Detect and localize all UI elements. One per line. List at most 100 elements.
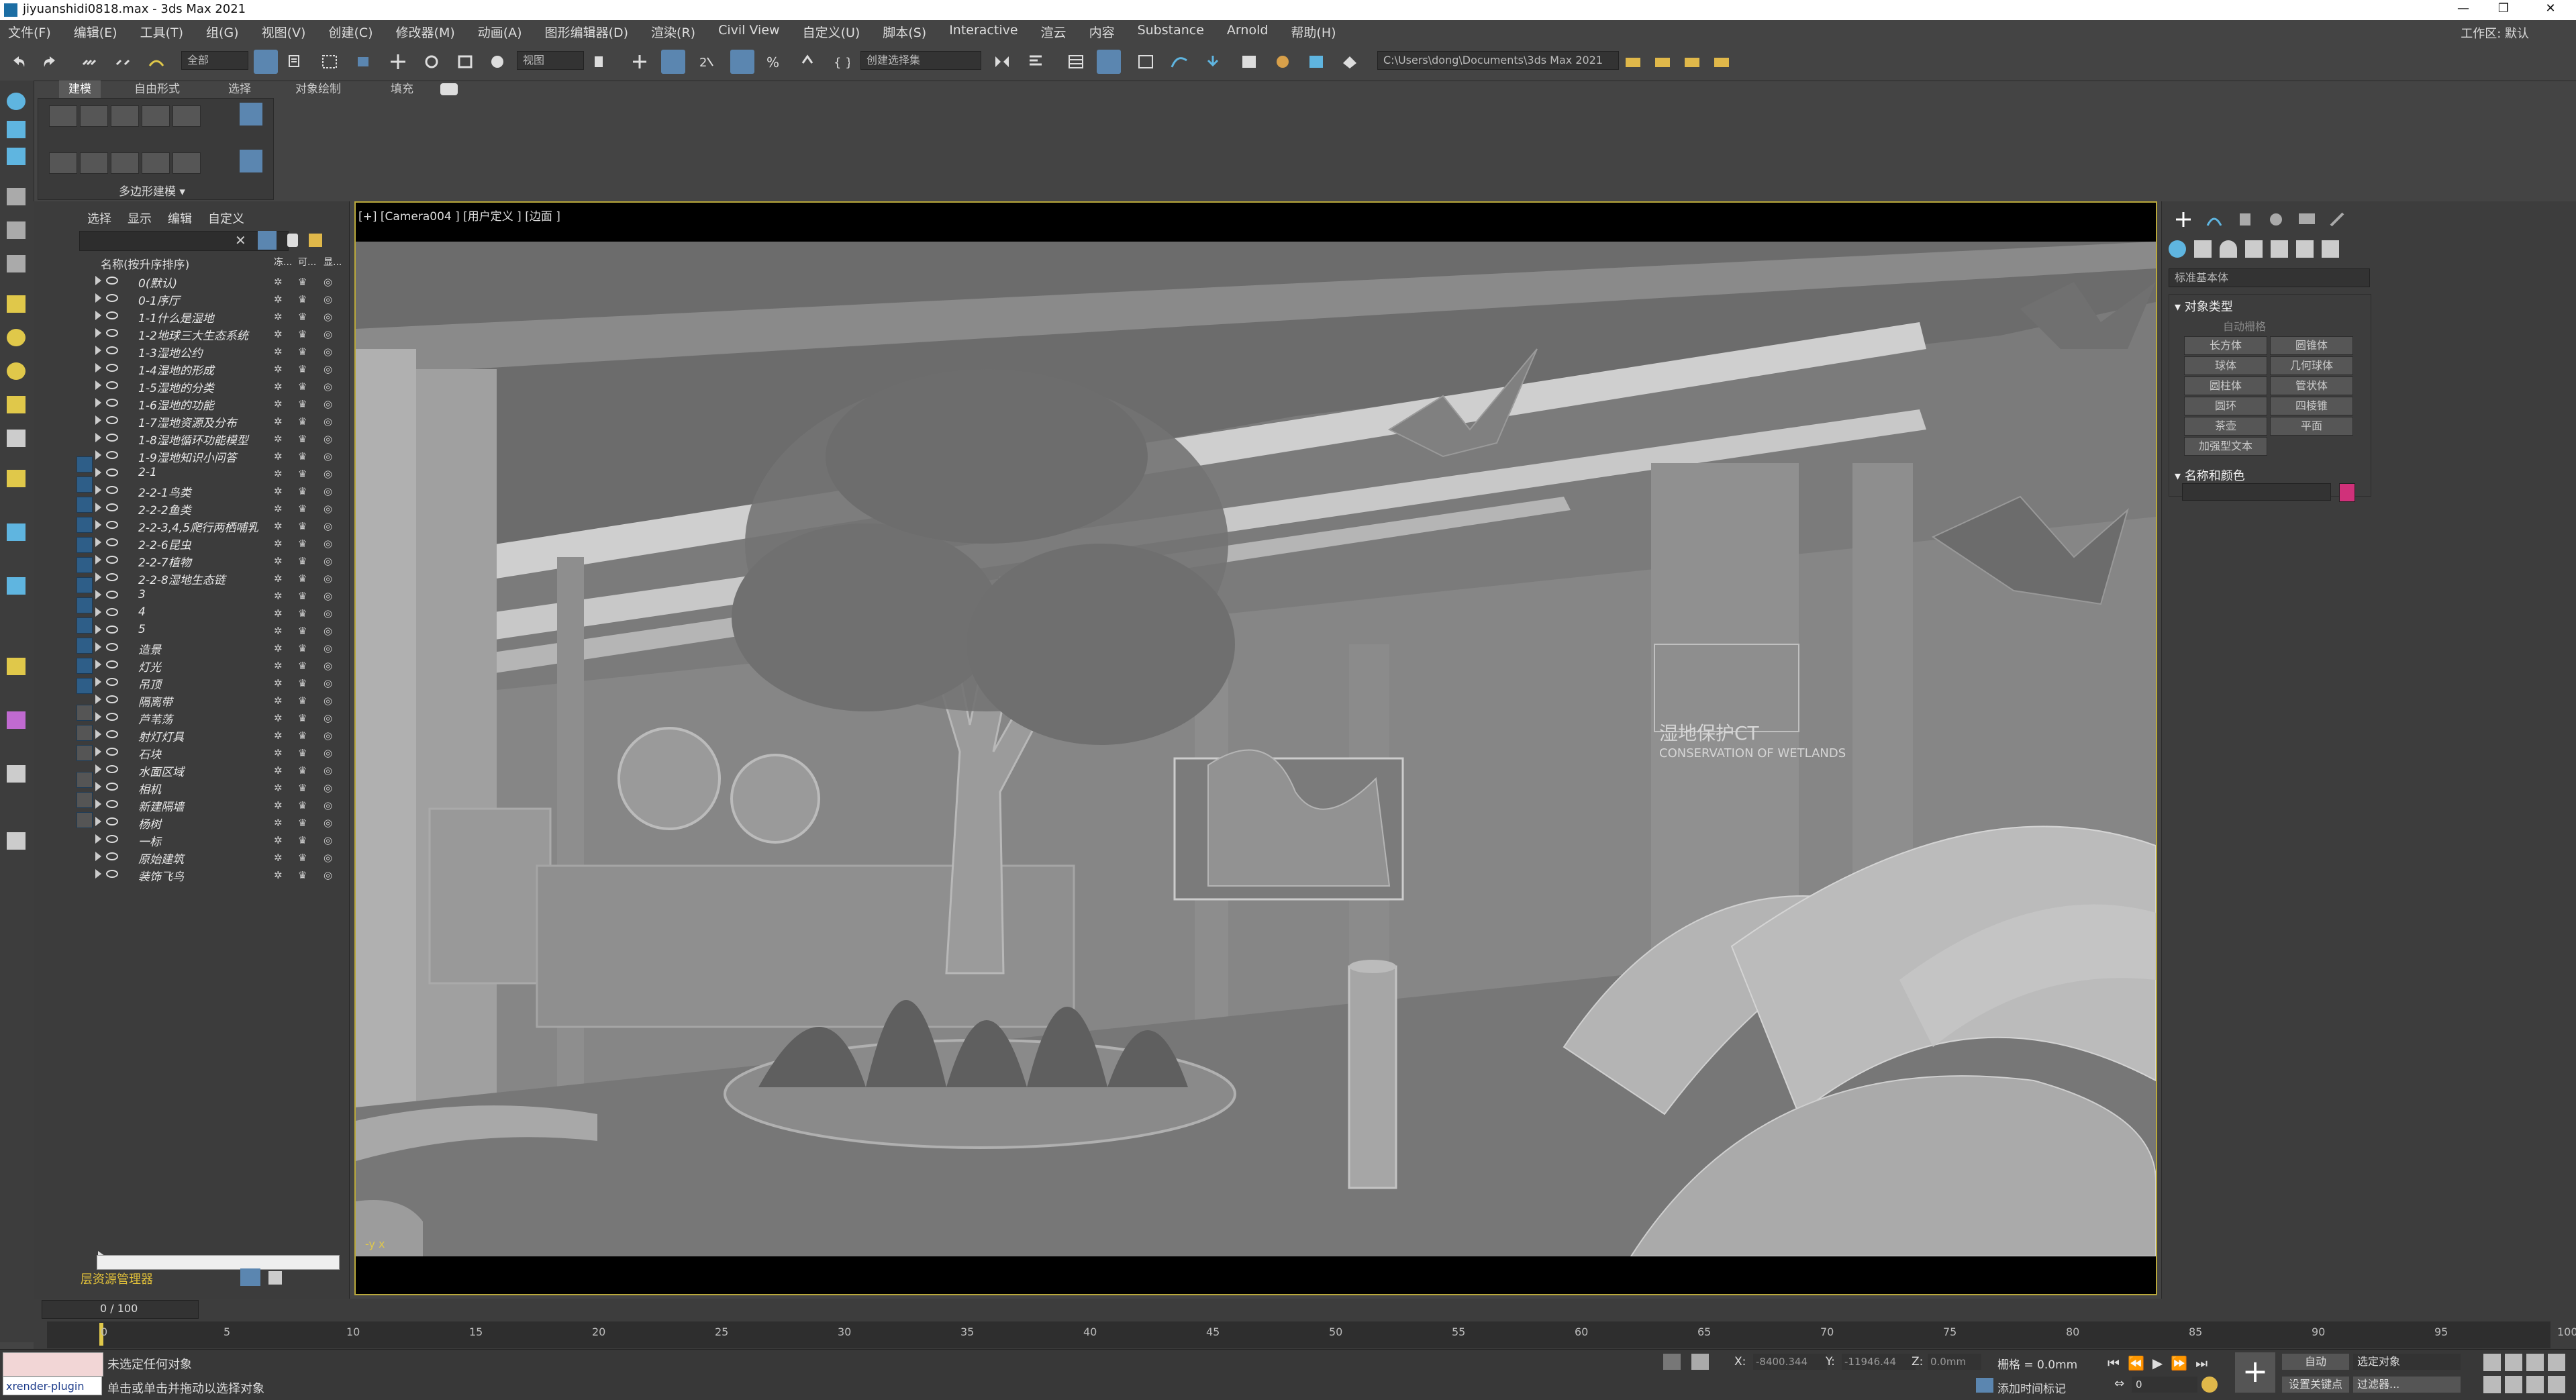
display-spacewarps-icon[interactable] (77, 557, 93, 573)
expand-arrow-icon[interactable] (95, 520, 101, 530)
pan-icon[interactable] (2505, 1376, 2522, 1393)
visibility-eye-icon[interactable] (106, 434, 118, 442)
render-icon[interactable]: ♛ (298, 607, 309, 619)
display-tools-icon[interactable] (7, 295, 26, 313)
scale-icon[interactable] (456, 54, 474, 70)
freeze-icon[interactable]: ✲ (274, 485, 285, 497)
playback-controls[interactable]: ⏮⏪▶⏩⏭ (2108, 1355, 2216, 1371)
motion-tab-icon[interactable] (2264, 209, 2288, 230)
layer-row[interactable]: 隔离带 ✲ ♛ ◎ (34, 691, 332, 709)
layer-row[interactable]: 1-5湿地的分类 ✲ ♛ ◎ (34, 377, 332, 395)
window-crossing-icon[interactable] (354, 54, 372, 70)
display-icon[interactable]: ◎ (324, 799, 334, 811)
layer-row[interactable]: 2-2-6昆虫 ✲ ♛ ◎ (34, 534, 332, 552)
layer-row[interactable]: 1-7湿地资源及分布 ✲ ♛ ◎ (34, 412, 332, 430)
visibility-eye-icon[interactable] (106, 346, 118, 354)
render-icon[interactable]: ♛ (298, 712, 309, 724)
rotate-icon[interactable] (423, 54, 440, 70)
display-icon[interactable]: ◎ (324, 468, 334, 480)
menu-item[interactable]: 渲云 (1041, 23, 1067, 41)
visibility-eye-icon[interactable] (106, 381, 118, 389)
freeze-icon[interactable]: ✲ (274, 450, 285, 462)
light-icon[interactable] (7, 362, 26, 380)
sphere-button[interactable]: 球体 (2184, 356, 2267, 375)
menu-item[interactable]: 脚本(S) (883, 23, 926, 41)
layer-row[interactable]: 芦苇荡 ✲ ♛ ◎ (34, 709, 332, 727)
freeze-icon[interactable]: ✲ (274, 433, 285, 445)
add-layer-icon[interactable] (309, 234, 322, 247)
animation-icon[interactable] (7, 577, 26, 595)
ribbon-tool-7[interactable] (80, 152, 108, 174)
expand-arrow-icon[interactable] (95, 834, 101, 844)
visibility-eye-icon[interactable] (106, 870, 118, 878)
systems-icon[interactable] (2322, 240, 2339, 258)
layer-row[interactable]: 相机 ✲ ♛ ◎ (34, 779, 332, 797)
ribbon-tab-object-paint[interactable]: 对象绘制 (286, 81, 350, 98)
expand-arrow-icon[interactable] (95, 712, 101, 721)
freeze-icon[interactable]: ✲ (274, 276, 285, 288)
expand-arrow-icon[interactable] (95, 607, 101, 617)
project-settings-icon[interactable] (1713, 54, 1730, 70)
lock-icon[interactable] (287, 234, 298, 247)
freeze-icon[interactable]: ✲ (274, 538, 285, 550)
project-folder-icon[interactable] (1624, 54, 1642, 70)
link-icon[interactable] (81, 54, 98, 70)
visibility-eye-icon[interactable] (106, 591, 118, 599)
redo-icon[interactable] (42, 54, 59, 70)
display-icon[interactable]: ◎ (324, 328, 334, 340)
display-icon[interactable]: ◎ (324, 607, 334, 619)
fov-icon[interactable] (2483, 1376, 2501, 1393)
track-bar[interactable] (47, 1321, 2550, 1348)
menu-item[interactable]: 自定义(U) (803, 23, 860, 41)
display-icon[interactable]: ◎ (324, 869, 334, 881)
visibility-eye-icon[interactable] (106, 538, 118, 546)
freeze-icon[interactable]: ✲ (274, 363, 285, 375)
box-button[interactable]: 长方体 (2184, 336, 2267, 355)
render-icon[interactable]: ♛ (298, 363, 309, 375)
menu-item[interactable]: 渲染(R) (651, 23, 695, 41)
visibility-eye-icon[interactable] (106, 730, 118, 738)
render-icon[interactable]: ♛ (298, 642, 309, 654)
utility-icon[interactable] (7, 470, 26, 487)
cone-button[interactable]: 圆锥体 (2270, 336, 2353, 355)
viewport-scene[interactable]: 湿地保护CT CONSERVATION OF WETLANDS -y x (356, 242, 2156, 1256)
render-icon[interactable]: ♛ (298, 503, 309, 515)
sync-selection-icon[interactable] (77, 812, 93, 828)
menu-item[interactable]: 编辑(E) (74, 23, 117, 41)
visibility-eye-icon[interactable] (106, 783, 118, 791)
geometry-type-dropdown[interactable]: 标准基本体 (2169, 268, 2370, 287)
menu-item[interactable]: 内容 (1089, 23, 1115, 41)
ribbon-options-icon[interactable] (440, 83, 458, 95)
render-icon[interactable]: ♛ (298, 817, 309, 829)
freeze-icon[interactable]: ✲ (274, 625, 285, 637)
freeze-icon[interactable]: ✲ (274, 817, 285, 829)
layer-row[interactable]: 原始建筑 ✲ ♛ ◎ (34, 848, 332, 866)
lights-icon[interactable] (2220, 240, 2237, 258)
render-column-header[interactable]: 可... (298, 255, 316, 268)
open-project-icon[interactable] (1654, 54, 1671, 70)
freeze-icon[interactable]: ✲ (274, 660, 285, 672)
viewport-label[interactable]: [+] [Camera004 ] [用户定义 ] [边面 ] (358, 207, 560, 223)
layer-row[interactable]: 吊顶 ✲ ♛ ◎ (34, 674, 332, 692)
modify-tools-icon[interactable] (7, 221, 26, 239)
named-selection-set-dropdown[interactable]: 创建选择集 (860, 51, 981, 70)
layer-row[interactable]: 1-1什么是湿地 ✲ ♛ ◎ (34, 307, 332, 326)
freeze-icon[interactable]: ✲ (274, 381, 285, 393)
plane-button[interactable]: 平面 (2270, 417, 2353, 436)
freeze-icon[interactable]: ✲ (274, 642, 285, 654)
key-mode-icon[interactable]: ⇔ (2114, 1377, 2124, 1391)
visibility-eye-icon[interactable] (106, 451, 118, 459)
display-icon[interactable]: ◎ (324, 538, 334, 550)
expand-arrow-icon[interactable] (95, 328, 101, 338)
undo-icon[interactable] (9, 54, 27, 70)
name-color-rollout-header[interactable]: ▾ 名称和颜色 (2175, 466, 2245, 484)
zoom-extents-icon[interactable] (2526, 1354, 2544, 1371)
modify-tab-icon[interactable] (2202, 209, 2226, 230)
freeze-icon[interactable]: ✲ (274, 311, 285, 323)
display-icon[interactable]: ◎ (324, 555, 334, 567)
selection-lock-icon[interactable] (1691, 1354, 1709, 1370)
snaps-toggle-icon[interactable]: 2 (698, 54, 715, 70)
key-filter-dropdown[interactable]: 选定对象 (2353, 1354, 2461, 1370)
pyramid-button[interactable]: 四棱锥 (2270, 397, 2353, 415)
menu-item[interactable]: Substance (1138, 23, 1204, 41)
